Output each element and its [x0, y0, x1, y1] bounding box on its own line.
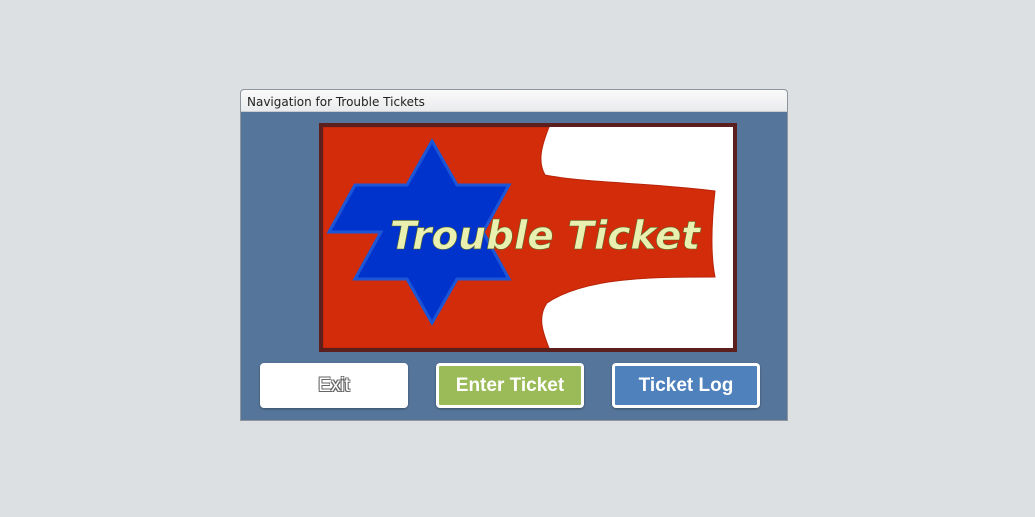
- trouble-ticket-logo-graphic: Trouble Ticket: [323, 127, 716, 348]
- trouble-ticket-logo: Trouble Ticket: [319, 123, 737, 352]
- window-title: Navigation for Trouble Tickets: [241, 90, 787, 112]
- ticket-log-button[interactable]: Ticket Log: [612, 363, 760, 408]
- navigation-window: Navigation for Trouble Tickets Trouble T…: [240, 89, 788, 421]
- exit-button[interactable]: Exit: [260, 363, 408, 408]
- enter-ticket-button[interactable]: Enter Ticket: [436, 363, 584, 408]
- logo-text: Trouble Ticket: [390, 214, 702, 259]
